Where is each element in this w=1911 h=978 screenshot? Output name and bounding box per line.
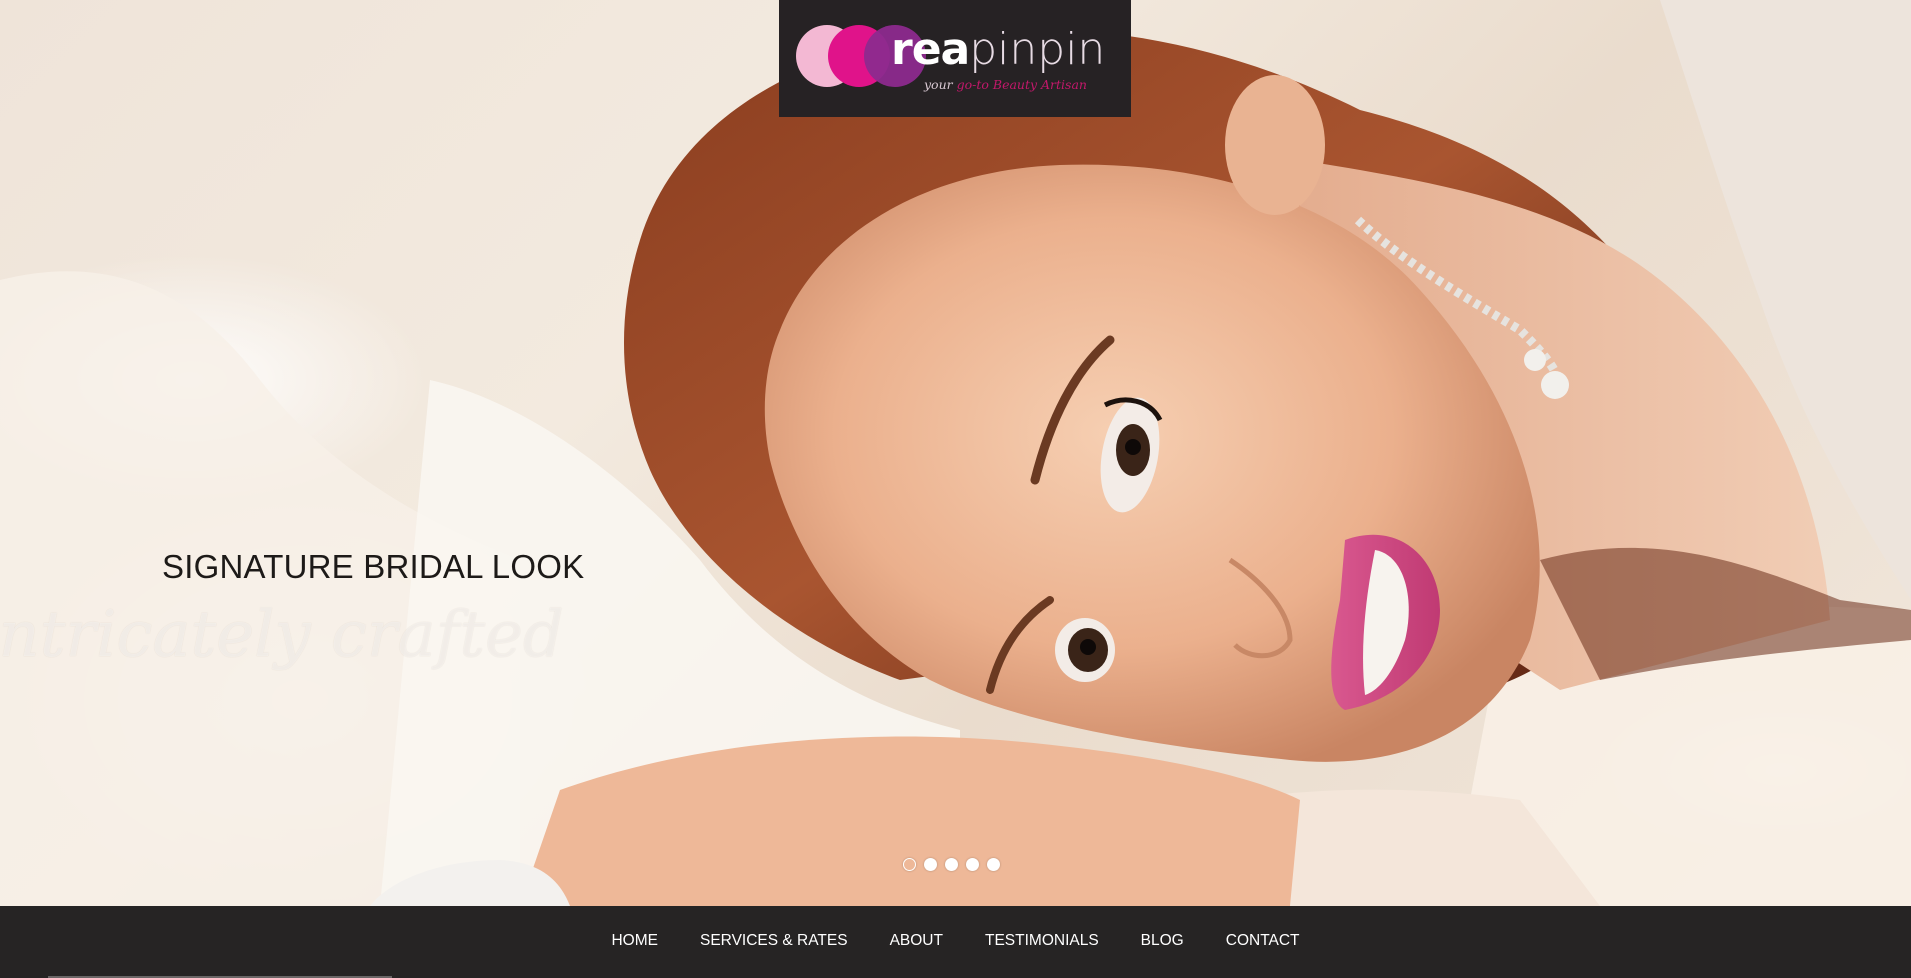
slider-dot-5[interactable]: [987, 858, 1000, 871]
main-nav: HOME SERVICES & RATES ABOUT TESTIMONIALS…: [0, 906, 1911, 978]
logo-tagline: your go-to Beauty Artisan: [924, 77, 1087, 92]
slider-dot-1[interactable]: [903, 858, 916, 871]
hero-photo: [0, 0, 1911, 906]
slide-script-text: intricately crafted: [0, 598, 564, 672]
nav-item-home[interactable]: HOME: [590, 932, 679, 950]
site-logo[interactable]: reapinpin your go-to Beauty Artisan: [779, 0, 1131, 117]
nav-item-about[interactable]: ABOUT: [869, 932, 964, 950]
slider-dot-2[interactable]: [924, 858, 937, 871]
slider-dot-3[interactable]: [945, 858, 958, 871]
logo-word-pinpin: pinpin: [969, 24, 1106, 75]
nav-item-contact[interactable]: CONTACT: [1205, 932, 1321, 950]
slider-dot-4[interactable]: [966, 858, 979, 871]
nav-list: HOME SERVICES & RATES ABOUT TESTIMONIALS…: [0, 932, 1911, 950]
logo-tagline-part2: go-to Beauty Artisan: [956, 77, 1087, 92]
slide-title: SIGNATURE BRIDAL LOOK: [162, 548, 585, 585]
slider-pagination: [903, 858, 1000, 871]
nav-item-testimonials[interactable]: TESTIMONIALS: [964, 932, 1120, 950]
logo-wordmark: reapinpin: [891, 28, 1105, 72]
logo-word-rea: rea: [891, 24, 970, 75]
nav-item-services-rates[interactable]: SERVICES & RATES: [679, 932, 869, 950]
nav-item-blog[interactable]: BLOG: [1120, 932, 1205, 950]
logo-tagline-part1: your: [924, 77, 953, 92]
hero-slider: SIGNATURE BRIDAL LOOK intricately crafte…: [0, 0, 1911, 906]
